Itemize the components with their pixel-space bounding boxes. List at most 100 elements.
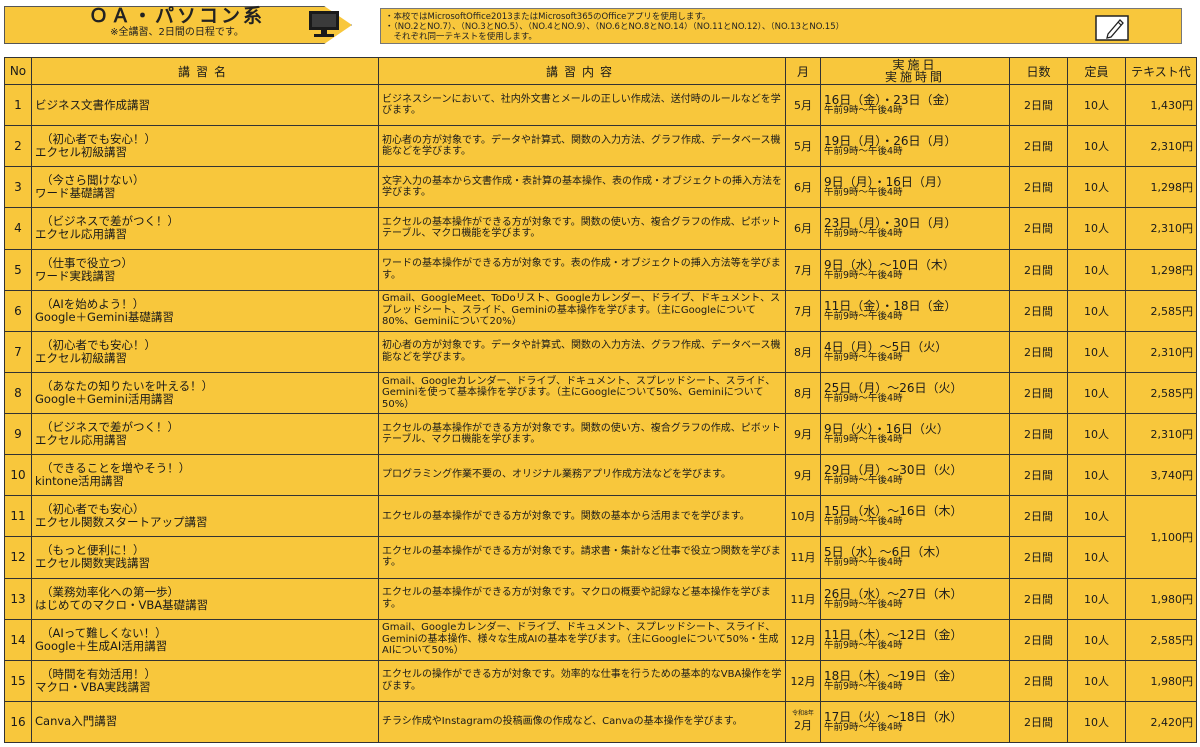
course-name: Google＋Gemini活用講習 bbox=[35, 391, 174, 406]
course-capacity: 10人 bbox=[1067, 495, 1126, 538]
course-time: 午前9時〜午後4時 bbox=[824, 516, 903, 528]
course-capacity: 10人 bbox=[1067, 659, 1126, 702]
course-name-cell: （ビジネスで差がつく！） エクセル応用講習 bbox=[31, 207, 379, 250]
course-days: 2日間 bbox=[1009, 536, 1068, 579]
course-name: Google＋生成AI活用講習 bbox=[35, 638, 168, 653]
course-content: Gmail、Googleカレンダー、ドライブ、ドキュメント、スプレッドシート、ス… bbox=[378, 618, 786, 661]
course-number: 6 bbox=[4, 289, 32, 332]
course-content: エクセルの基本操作ができる方が対象です。関数の使い方、複合グラフの作成、ピボット… bbox=[378, 412, 786, 456]
course-content: 文字入力の基本から文書作成・表計算の基本操作、表の作成・オブジェクトの挿入方法を… bbox=[378, 166, 786, 209]
course-number: 10 bbox=[4, 454, 32, 497]
course-fee: 1,298円 bbox=[1125, 166, 1197, 209]
course-name: エクセル応用講習 bbox=[35, 433, 127, 448]
course-fee: 1,100円 bbox=[1125, 495, 1197, 579]
course-capacity: 10人 bbox=[1067, 207, 1126, 250]
course-capacity: 10人 bbox=[1067, 454, 1126, 497]
header-course-content: 講習内容 bbox=[378, 57, 786, 85]
course-fee: 1,980円 bbox=[1125, 577, 1197, 620]
course-schedule: 15日（水）〜16日（木） 午前9時〜午後4時 bbox=[820, 495, 1010, 538]
table-row: 12 （もっと便利に！） エクセル関数実践講習 エクセルの基本操作ができる方が対象です… bbox=[4, 536, 1197, 579]
course-month-cell: 5月 bbox=[785, 125, 821, 168]
course-capacity: 10人 bbox=[1067, 83, 1126, 127]
course-fee: 2,585円 bbox=[1125, 289, 1197, 332]
course-content: Gmail、Googleカレンダー、ドライブ、ドキュメント、スプレッドシート、ス… bbox=[378, 371, 786, 415]
course-month: 7月 bbox=[794, 263, 812, 277]
table-row: 8 （あなたの知りたいを叶える！） Google＋Gemini活用講習 Gmail、G… bbox=[4, 371, 1197, 415]
course-capacity: 10人 bbox=[1067, 289, 1126, 332]
course-days: 2日間 bbox=[1009, 577, 1068, 620]
course-content: ビジネスシーンにおいて、社内外文書とメールの正しい作成法、送付時のルールなどを学… bbox=[378, 83, 786, 127]
course-name: はじめてのマクロ・VBA基礎講習 bbox=[35, 597, 209, 612]
notes-box: ・本校ではMicrosoftOffice2013またはMicrosoft365の… bbox=[380, 8, 1182, 44]
course-capacity: 10人 bbox=[1067, 166, 1126, 209]
course-schedule: 11日（木）〜12日（金） 午前9時〜午後4時 bbox=[820, 618, 1010, 661]
course-number: 7 bbox=[4, 330, 32, 373]
course-name-cell: （AIって難しくない！） Google＋生成AI活用講習 bbox=[31, 618, 379, 661]
header-capacity: 定員 bbox=[1067, 57, 1126, 85]
course-days: 2日間 bbox=[1009, 330, 1068, 373]
course-month: 2月 bbox=[794, 719, 812, 733]
course-content: 初心者の方が対象です。データや計算式、関数の入力方法、グラフ作成、データベース機… bbox=[378, 330, 786, 373]
table-row: 2 （初心者でも安心！） エクセル初級講習 初心者の方が対象です。データや計算式、関数… bbox=[4, 125, 1197, 168]
course-capacity: 10人 bbox=[1067, 371, 1126, 415]
course-number: 16 bbox=[4, 700, 32, 744]
course-name-cell: （ビジネスで差がつく！） エクセル応用講習 bbox=[31, 412, 379, 456]
course-table: No 講習名 講習内容 月 実施日 実施時間 日数 定員 テキスト代 1 ビジネス… bbox=[4, 57, 1197, 744]
course-days: 2日間 bbox=[1009, 700, 1068, 744]
header-days: 日数 bbox=[1009, 57, 1068, 85]
table-header-row: No 講習名 講習内容 月 実施日 実施時間 日数 定員 テキスト代 bbox=[4, 57, 1197, 85]
course-month: 9月 bbox=[794, 428, 812, 442]
course-content: 初心者の方が対象です。データや計算式、関数の入力方法、グラフ作成、データベース機… bbox=[378, 125, 786, 168]
course-name-cell: （時間を有効活用！） マクロ・VBA実践講習 bbox=[31, 659, 379, 702]
table-row: 6 （AIを始めよう！） Google＋Gemini基礎講習 Gmail、Google… bbox=[4, 289, 1197, 332]
course-era: 令和8年 bbox=[792, 710, 814, 718]
course-name-cell: （AIを始めよう！） Google＋Gemini基礎講習 bbox=[31, 289, 379, 332]
course-days: 2日間 bbox=[1009, 618, 1068, 661]
course-time: 午前9時〜午後4時 bbox=[824, 557, 903, 569]
table-body: 1 ビジネス文書作成講習 ビジネスシーンにおいて、社内外文書とメールの正しい作成法、… bbox=[4, 83, 1197, 744]
course-schedule: 23日（月）・30日（月） 午前9時〜午後4時 bbox=[820, 207, 1010, 250]
course-month: 12月 bbox=[790, 633, 816, 647]
course-days: 2日間 bbox=[1009, 289, 1068, 332]
course-number: 11 bbox=[4, 495, 32, 538]
course-number: 15 bbox=[4, 659, 32, 702]
course-fee: 2,585円 bbox=[1125, 618, 1197, 661]
course-number: 14 bbox=[4, 618, 32, 661]
course-schedule: 19日（月）・26日（月） 午前9時〜午後4時 bbox=[820, 125, 1010, 168]
course-month: 11月 bbox=[790, 592, 816, 606]
note-line: それぞれ同一テキストを使用します。 bbox=[385, 32, 537, 42]
course-number: 1 bbox=[4, 83, 32, 127]
course-number: 12 bbox=[4, 536, 32, 579]
course-name-cell: （もっと便利に！） エクセル関数実践講習 bbox=[31, 536, 379, 579]
table-row: 3 （今さら聞けない） ワード基礎講習 文字入力の基本から文書作成・表計算の基本操作、… bbox=[4, 166, 1197, 209]
course-name: エクセル初級講習 bbox=[35, 350, 127, 365]
course-content: チラシ作成やInstagramの投稿画像の作成など、Canvaの基本操作を学びま… bbox=[378, 700, 786, 744]
course-capacity: 10人 bbox=[1067, 125, 1126, 168]
course-content: Gmail、GoogleMeet、ToDoリスト、Googleカレンダー、ドライ… bbox=[378, 289, 786, 332]
course-name: ワード基礎講習 bbox=[35, 186, 116, 201]
course-month-cell: 9月 bbox=[785, 454, 821, 497]
course-schedule: 17日（火）〜18日（水） 午前9時〜午後4時 bbox=[820, 700, 1010, 744]
course-time: 午前9時〜午後4時 bbox=[824, 105, 903, 117]
course-month: 8月 bbox=[794, 386, 812, 400]
course-time: 午前9時〜午後4時 bbox=[824, 434, 903, 446]
course-month-cell: 9月 bbox=[785, 412, 821, 456]
course-name-cell: （初心者でも安心！） エクセル初級講習 bbox=[31, 125, 379, 168]
course-fee: 2,420円 bbox=[1125, 700, 1197, 744]
header-no: No bbox=[4, 57, 32, 85]
course-days: 2日間 bbox=[1009, 371, 1068, 415]
course-days: 2日間 bbox=[1009, 166, 1068, 209]
course-name-cell: （仕事で役立つ） ワード実践講習 bbox=[31, 248, 379, 291]
table-row: 4 （ビジネスで差がつく！） エクセル応用講習 エクセルの基本操作ができる方が対象です… bbox=[4, 207, 1197, 250]
course-number: 8 bbox=[4, 371, 32, 415]
course-fee: 2,310円 bbox=[1125, 330, 1197, 373]
course-capacity: 10人 bbox=[1067, 577, 1126, 620]
table-row: 16 Canva入門講習 チラシ作成やInstagramの投稿画像の作成など、Can… bbox=[4, 700, 1197, 744]
course-month: 5月 bbox=[794, 140, 812, 154]
course-content: エクセルの基本操作ができる方が対象です。関数の使い方、複合グラフの作成、ピボット… bbox=[378, 207, 786, 250]
course-days: 2日間 bbox=[1009, 83, 1068, 127]
note-line: ・（NO.2とNO.7）、（NO.3とNO.5）、（NO.4とNO.9）、（NO… bbox=[385, 22, 845, 32]
course-fee: 1,298円 bbox=[1125, 248, 1197, 291]
course-month-cell: 7月 bbox=[785, 248, 821, 291]
course-days: 2日間 bbox=[1009, 495, 1068, 538]
